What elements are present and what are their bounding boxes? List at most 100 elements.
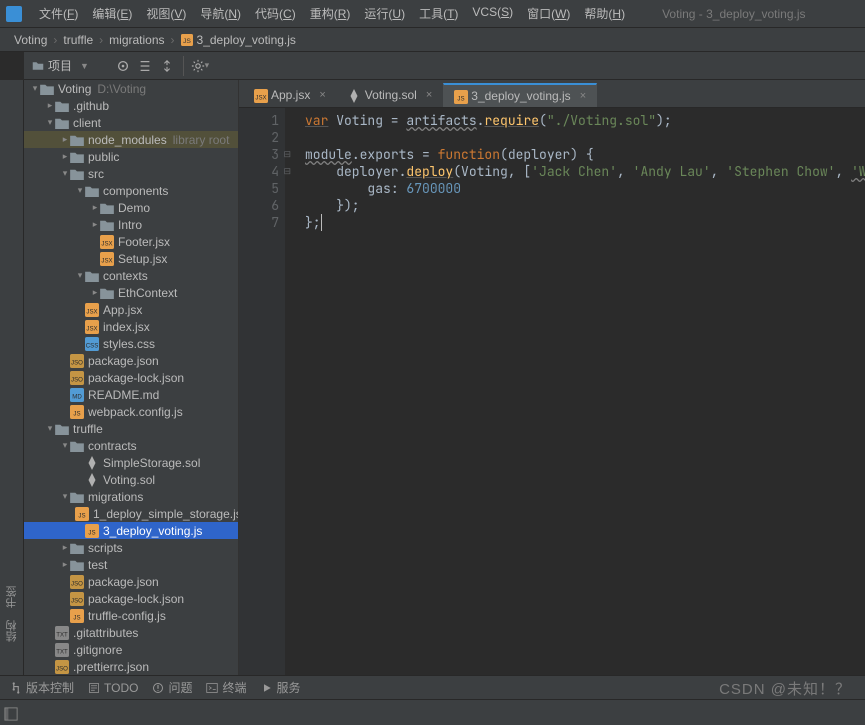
problems-tool[interactable]: 问题 <box>152 679 192 696</box>
tree-row[interactable]: ▸node_moduleslibrary root <box>24 131 238 148</box>
tree-row[interactable]: CSSstyles.css <box>24 335 238 352</box>
tool-windows-icon[interactable] <box>4 707 18 721</box>
tree-row[interactable]: JSOpackage.json <box>24 573 238 590</box>
js-icon: JS <box>454 90 466 102</box>
tree-row[interactable]: JSXindex.jsx <box>24 318 238 335</box>
tree-row[interactable]: JSXFooter.jsx <box>24 233 238 250</box>
terminal-tool[interactable]: 终端 <box>206 679 246 696</box>
services-tool[interactable]: 服务 <box>261 679 301 696</box>
tree-arrow-icon[interactable]: ▾ <box>60 440 70 451</box>
folder-icon <box>85 184 99 198</box>
tree-label: Intro <box>118 218 142 232</box>
close-icon[interactable]: × <box>580 90 586 102</box>
code-editor[interactable]: 123⊟4⊟567 var Voting = artifacts.require… <box>239 108 865 699</box>
watermark: CSDN @未知！？ <box>719 678 851 699</box>
tree-row[interactable]: TXT.gitignore <box>24 641 238 658</box>
tab-label: App.jsx <box>271 88 310 102</box>
tree-arrow-icon[interactable]: ▸ <box>60 151 70 162</box>
svg-text:JSX: JSX <box>255 95 266 102</box>
menu-item[interactable]: 编辑(E) <box>85 5 139 22</box>
tree-row[interactable]: JSO.prettierrc.json <box>24 658 238 675</box>
editor-tab[interactable]: JS3_deploy_voting.js× <box>443 83 597 107</box>
collapse-all-icon[interactable] <box>157 56 177 76</box>
tree-row[interactable]: ▸test <box>24 556 238 573</box>
tree-arrow-icon[interactable]: ▸ <box>90 287 100 298</box>
tree-row[interactable]: ▾components <box>24 182 238 199</box>
menu-item[interactable]: 视图(V) <box>139 5 193 22</box>
tree-arrow-icon[interactable]: ▸ <box>90 219 100 230</box>
tree-arrow-icon[interactable]: ▾ <box>60 491 70 502</box>
tree-row[interactable]: TXT.gitattributes <box>24 624 238 641</box>
tree-arrow-icon[interactable]: ▾ <box>30 83 40 94</box>
breadcrumb-item[interactable]: 3_deploy_voting.js <box>197 33 296 47</box>
svg-text:JS: JS <box>73 614 80 621</box>
tree-arrow-icon[interactable]: ▾ <box>45 117 55 128</box>
breadcrumb-item[interactable]: Voting <box>14 33 47 47</box>
settings-gear-icon[interactable]: ▾ <box>190 56 210 76</box>
tree-row[interactable]: MDREADME.md <box>24 386 238 403</box>
md-icon: MD <box>70 388 84 402</box>
tree-label: public <box>88 150 119 164</box>
tree-row[interactable]: ▸scripts <box>24 539 238 556</box>
tree-arrow-icon[interactable]: ▾ <box>60 168 70 179</box>
tree-row[interactable]: JS1_deploy_simple_storage.js <box>24 505 238 522</box>
tree-arrow-icon[interactable]: ▸ <box>60 559 70 570</box>
close-icon[interactable]: × <box>319 89 325 101</box>
tree-row[interactable]: JSXSetup.jsx <box>24 250 238 267</box>
tree-row[interactable]: ▸ Intro <box>24 216 238 233</box>
tree-row[interactable]: ▸.github <box>24 97 238 114</box>
tree-arrow-icon[interactable]: ▾ <box>75 270 85 281</box>
editor-tab[interactable]: Voting.sol× <box>337 83 443 107</box>
folder-icon <box>100 201 114 215</box>
tree-row[interactable]: SimpleStorage.sol <box>24 454 238 471</box>
locate-icon[interactable] <box>113 56 133 76</box>
tree-row[interactable]: JSOpackage-lock.json <box>24 369 238 386</box>
tree-row[interactable]: JS3_deploy_voting.js <box>24 522 238 539</box>
css-icon: CSS <box>85 337 99 351</box>
tree-arrow-icon[interactable]: ▸ <box>60 134 70 145</box>
menu-item[interactable]: 代码(C) <box>248 5 303 22</box>
tree-arrow-icon[interactable]: ▾ <box>75 185 85 196</box>
tree-row[interactable]: ▾VotingD:\Voting <box>24 80 238 97</box>
tree-row[interactable]: ▾truffle <box>24 420 238 437</box>
tree-row[interactable]: JSOpackage.json <box>24 352 238 369</box>
structure-tool[interactable]: 结构 <box>0 614 24 648</box>
tree-row[interactable]: ▸ public <box>24 148 238 165</box>
tree-row[interactable]: ▾contexts <box>24 267 238 284</box>
tree-row[interactable]: ▸Demo <box>24 199 238 216</box>
tree-row[interactable]: ▾migrations <box>24 488 238 505</box>
project-tree[interactable]: ▾VotingD:\Voting▸.github▾client▸node_mod… <box>24 80 239 699</box>
expand-all-icon[interactable] <box>135 56 155 76</box>
version-control-tool[interactable]: 版本控制 <box>10 679 74 696</box>
close-icon[interactable]: × <box>426 89 432 101</box>
menu-item[interactable]: 窗口(W) <box>520 5 577 22</box>
tree-row[interactable]: ▾contracts <box>24 437 238 454</box>
menu-item[interactable]: 运行(U) <box>357 5 412 22</box>
tree-row[interactable]: ▸EthContext <box>24 284 238 301</box>
breadcrumb-item[interactable]: truffle <box>63 33 93 47</box>
tree-row[interactable]: Voting.sol <box>24 471 238 488</box>
menu-item[interactable]: 重构(R) <box>303 5 358 22</box>
menu-item[interactable]: 工具(T) <box>412 5 465 22</box>
menu-item[interactable]: VCS(S) <box>465 5 520 22</box>
menu-item[interactable]: 导航(N) <box>193 5 248 22</box>
source-code[interactable]: var Voting = artifacts.require("./Voting… <box>285 108 865 699</box>
tree-row[interactable]: ▾src <box>24 165 238 182</box>
tree-arrow-icon[interactable]: ▾ <box>45 423 55 434</box>
tree-arrow-icon[interactable]: ▸ <box>45 100 55 111</box>
bookmarks-tool[interactable]: 书签 <box>0 580 24 614</box>
tree-row[interactable]: JSOpackage-lock.json <box>24 590 238 607</box>
todo-tool[interactable]: TODO <box>88 681 138 695</box>
menu-item[interactable]: 文件(F) <box>32 5 85 22</box>
tree-row[interactable]: JSwebpack.config.js <box>24 403 238 420</box>
project-view-selector[interactable]: 项目▼ <box>32 57 89 74</box>
json-icon: JSO <box>70 575 84 589</box>
breadcrumb-item[interactable]: migrations <box>109 33 164 47</box>
tree-row[interactable]: JSXApp.jsx <box>24 301 238 318</box>
tree-row[interactable]: ▾client <box>24 114 238 131</box>
tree-row[interactable]: JStruffle-config.js <box>24 607 238 624</box>
menu-item[interactable]: 帮助(H) <box>577 5 632 22</box>
editor-tab[interactable]: JSX App.jsx × <box>243 83 337 107</box>
tree-arrow-icon[interactable]: ▸ <box>60 542 70 553</box>
tree-arrow-icon[interactable]: ▸ <box>90 202 100 213</box>
